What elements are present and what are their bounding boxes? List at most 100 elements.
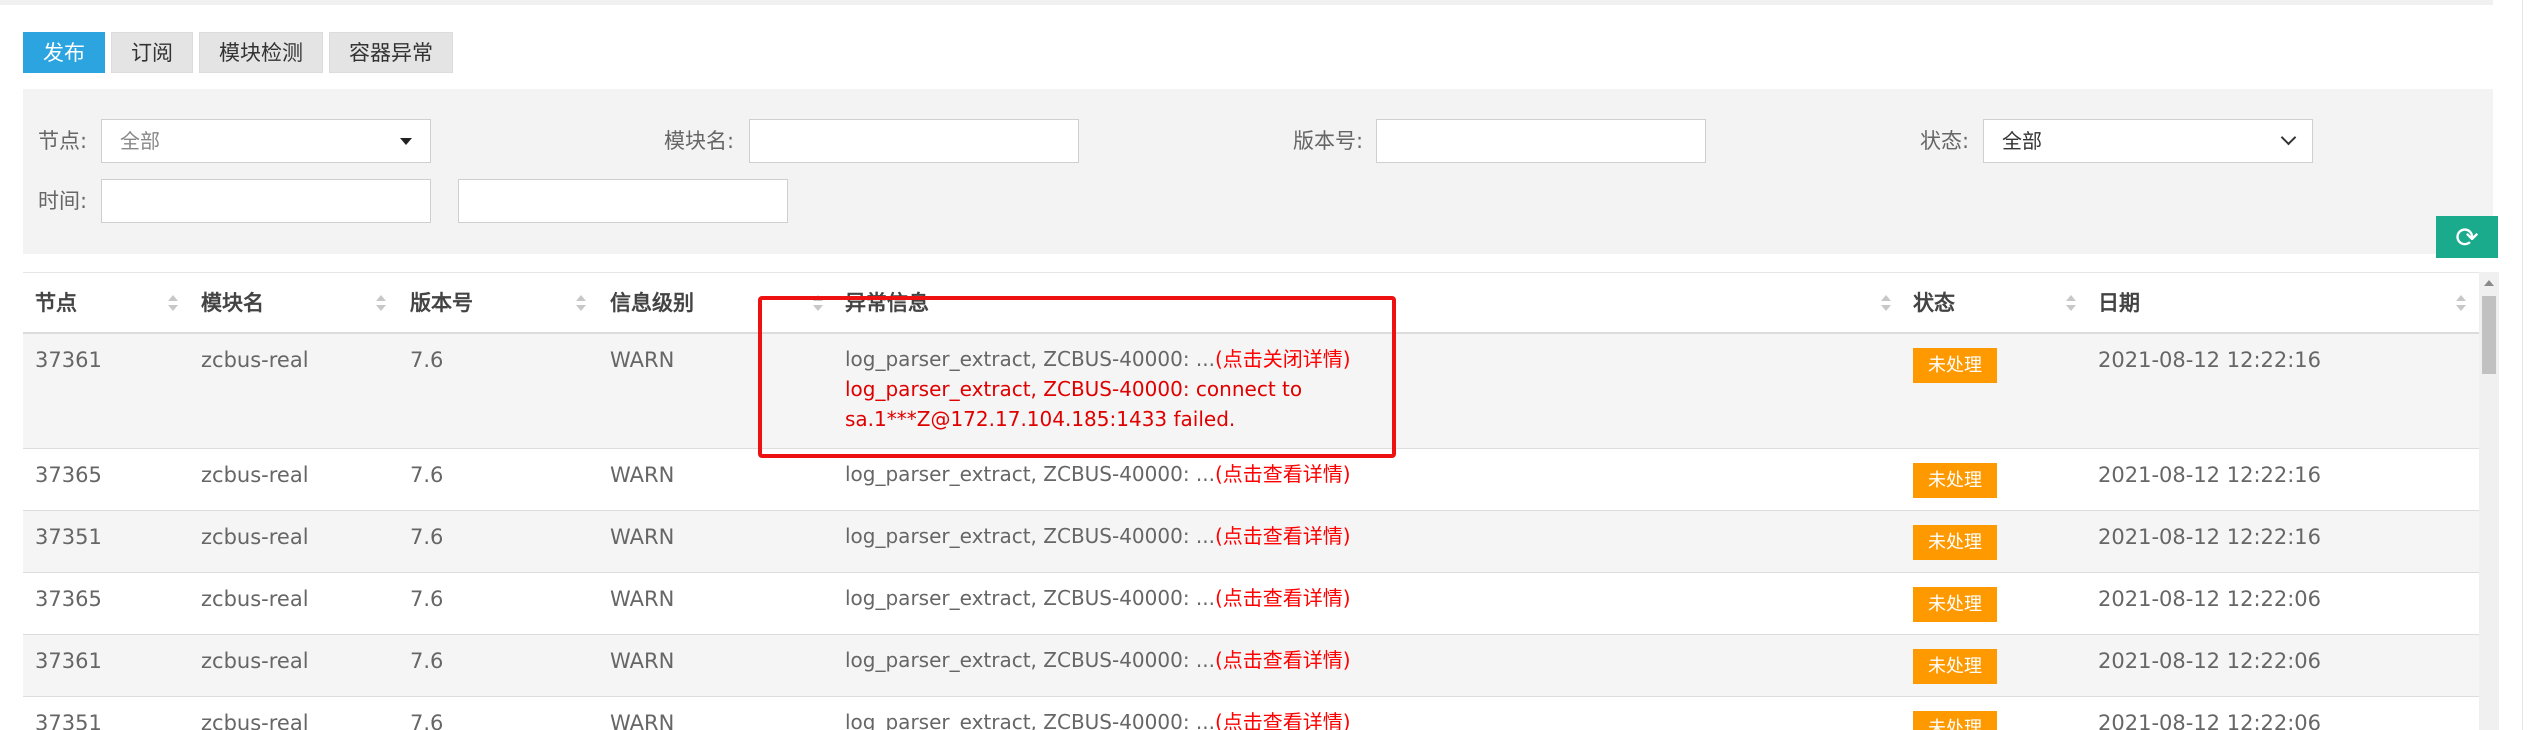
cell-module: zcbus-real [201,463,309,487]
node-select-value: 全部 [120,129,160,153]
tab-container-exception[interactable]: 容器异常 [329,32,453,73]
cell-message: log_parser_extract, ZCBUS-40000: ...(点击查… [845,521,1351,551]
cell-message: log_parser_extract, ZCBUS-40000: ...(点击查… [845,459,1351,489]
cell-level: WARN [610,711,675,730]
message-detail: log_parser_extract, ZCBUS-40000: connect… [845,377,1303,431]
header-message[interactable]: 异常信息 [845,273,929,333]
status-badge: 未处理 [1913,463,1997,498]
close-detail-link[interactable]: (点击关闭详情) [1215,347,1351,371]
cell-date: 2021-08-12 12:22:06 [2098,587,2322,611]
header-date[interactable]: 日期 [2098,273,2140,333]
page-scrollbar[interactable] [2522,0,2543,730]
cell-version: 7.6 [410,463,444,487]
status-badge: 未处理 [1913,348,1997,383]
table-row[interactable]: 37351 zcbus-real 7.6 WARN log_parser_ext… [23,697,2479,730]
module-name-input[interactable] [749,119,1079,163]
sort-icon[interactable] [2066,295,2076,313]
sort-icon[interactable] [168,295,178,313]
time-start-input[interactable] [101,179,431,223]
view-detail-link[interactable]: (点击查看详情) [1215,648,1351,672]
cell-module: zcbus-real [201,587,309,611]
caret-down-icon [400,138,412,145]
status-badge: 未处理 [1913,587,1997,622]
cell-module: zcbus-real [201,525,309,549]
sort-icon[interactable] [376,295,386,313]
tab-subscribe[interactable]: 订阅 [111,32,193,73]
status-badge: 未处理 [1913,711,1997,730]
cell-date: 2021-08-12 12:22:06 [2098,711,2322,730]
status-badge: 未处理 [1913,525,1997,560]
sort-icon[interactable] [2456,295,2466,313]
scrollbar-thumb[interactable] [2482,296,2496,374]
cell-node: 37361 [35,649,102,673]
cell-module: zcbus-real [201,348,309,372]
cell-node: 37351 [35,525,102,549]
node-select[interactable]: 全部 [101,119,431,163]
status-badge: 未处理 [1913,649,1997,684]
table-header: 节点 模块名 版本号 信息级别 异常信息 状态 日期 [23,272,2479,334]
sort-icon[interactable] [1881,295,1891,313]
filter-panel: 节点: 全部 模块名: 版本号: 状态: 全部 时间: [23,89,2493,254]
message-text: log_parser_extract, ZCBUS-40000: ... [845,347,1215,371]
tab-bar: 发布 订阅 模块检测 容器异常 [23,32,453,73]
view-detail-link[interactable]: (点击查看详情) [1215,586,1351,610]
message-text: log_parser_extract, ZCBUS-40000: ... [845,586,1215,610]
status-select[interactable]: 全部 [1983,119,2313,163]
chevron-down-icon [2280,129,2297,146]
sort-icon[interactable] [576,295,586,313]
cell-level: WARN [610,348,675,372]
version-filter-label: 版本号: [1293,129,1364,153]
cell-version: 7.6 [410,649,444,673]
tab-module-check[interactable]: 模块检测 [199,32,323,73]
status-filter-label: 状态: [1920,129,1970,153]
cell-module: zcbus-real [201,711,309,730]
header-level[interactable]: 信息级别 [610,273,694,333]
time-end-input[interactable] [458,179,788,223]
module-filter-label: 模块名: [664,129,735,153]
version-input[interactable] [1376,119,1706,163]
table-row[interactable]: 37351 zcbus-real 7.6 WARN log_parser_ext… [23,511,2479,573]
cell-level: WARN [610,649,675,673]
status-select-value: 全部 [2002,129,2042,153]
cell-node: 37351 [35,711,102,730]
refresh-icon: ⟳ [2455,220,2479,254]
table-row[interactable]: 37365 zcbus-real 7.6 WARN log_parser_ext… [23,449,2479,511]
node-filter-label: 节点: [38,129,88,153]
cell-date: 2021-08-12 12:22:16 [2098,463,2322,487]
table-row[interactable]: 37361 zcbus-real 7.6 WARN log_parser_ext… [23,334,2479,449]
top-divider [0,0,2493,5]
header-status[interactable]: 状态 [1913,273,1955,333]
cell-module: zcbus-real [201,649,309,673]
header-version[interactable]: 版本号 [410,273,473,333]
cell-version: 7.6 [410,711,444,730]
message-text: log_parser_extract, ZCBUS-40000: ... [845,462,1215,486]
cell-version: 7.6 [410,587,444,611]
cell-date: 2021-08-12 12:22:16 [2098,348,2322,372]
sort-icon[interactable] [813,295,823,313]
message-text: log_parser_extract, ZCBUS-40000: ... [845,524,1215,548]
table-row[interactable]: 37361 zcbus-real 7.6 WARN log_parser_ext… [23,635,2479,697]
time-filter-label: 时间: [38,189,88,213]
view-detail-link[interactable]: (点击查看详情) [1215,524,1351,548]
header-module[interactable]: 模块名 [201,273,264,333]
exception-table: 节点 模块名 版本号 信息级别 异常信息 状态 日期 37361 zcbus-r… [23,272,2479,730]
view-detail-link[interactable]: (点击查看详情) [1215,462,1351,486]
view-detail-link[interactable]: (点击查看详情) [1215,710,1351,730]
refresh-button[interactable]: ⟳ [2436,216,2498,258]
table-row[interactable]: 37365 zcbus-real 7.6 WARN log_parser_ext… [23,573,2479,635]
cell-date: 2021-08-12 12:22:16 [2098,525,2322,549]
cell-message: log_parser_extract, ZCBUS-40000: ...(点击关… [845,344,1365,434]
message-text: log_parser_extract, ZCBUS-40000: ... [845,710,1215,730]
header-node[interactable]: 节点 [35,273,77,333]
scroll-up-arrow-icon[interactable] [2484,280,2494,286]
cell-node: 37365 [35,587,102,611]
cell-date: 2021-08-12 12:22:06 [2098,649,2322,673]
tab-publish[interactable]: 发布 [23,32,105,73]
table-scrollbar[interactable] [2479,272,2499,730]
cell-level: WARN [610,463,675,487]
cell-version: 7.6 [410,348,444,372]
cell-message: log_parser_extract, ZCBUS-40000: ...(点击查… [845,707,1351,730]
cell-level: WARN [610,525,675,549]
message-text: log_parser_extract, ZCBUS-40000: ... [845,648,1215,672]
cell-message: log_parser_extract, ZCBUS-40000: ...(点击查… [845,645,1351,675]
